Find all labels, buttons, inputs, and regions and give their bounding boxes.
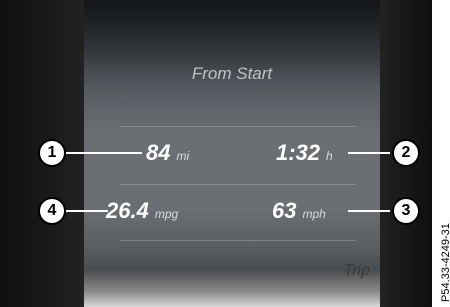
figure-reference-code: P54.33-4249-31 [440,223,450,302]
instrument-cluster-figure: From Start 1 84 mi 1:32 h 2 4 26.4 mpg 63 mp… [0,0,450,307]
callout-1-number: 1 [47,144,57,161]
callout-2: 2 [392,139,420,167]
leader-line-4 [66,210,108,212]
speed-value: 63 [272,198,297,223]
leader-line-2 [348,152,390,154]
callout-4: 4 [38,197,66,225]
callout-3: 3 [392,197,420,225]
distance-reading: 84 mi [146,142,189,164]
speed-unit: mph [302,207,326,221]
divider-bottom [120,240,356,241]
leader-line-1 [66,152,142,154]
callout-3-number: 3 [401,202,411,219]
divider-top [120,126,356,127]
consumption-value: 26.4 [106,198,149,223]
time-unit: h [326,149,333,163]
callout-4-number: 4 [47,202,57,219]
speed-reading: 63 mph [272,200,326,222]
leader-line-3 [348,210,390,212]
distance-unit: mi [176,149,190,163]
trip-menu-label: Trip [343,262,370,279]
time-value: 1:32 [276,140,321,165]
callout-2-number: 2 [401,144,411,161]
consumption-reading: 26.4 mpg [106,200,178,222]
distance-value: 84 [146,140,171,165]
time-reading: 1:32 h [276,142,333,164]
divider-middle [120,184,356,185]
screen-title: From Start [191,64,273,83]
callout-1: 1 [38,139,66,167]
consumption-unit: mpg [154,207,179,221]
